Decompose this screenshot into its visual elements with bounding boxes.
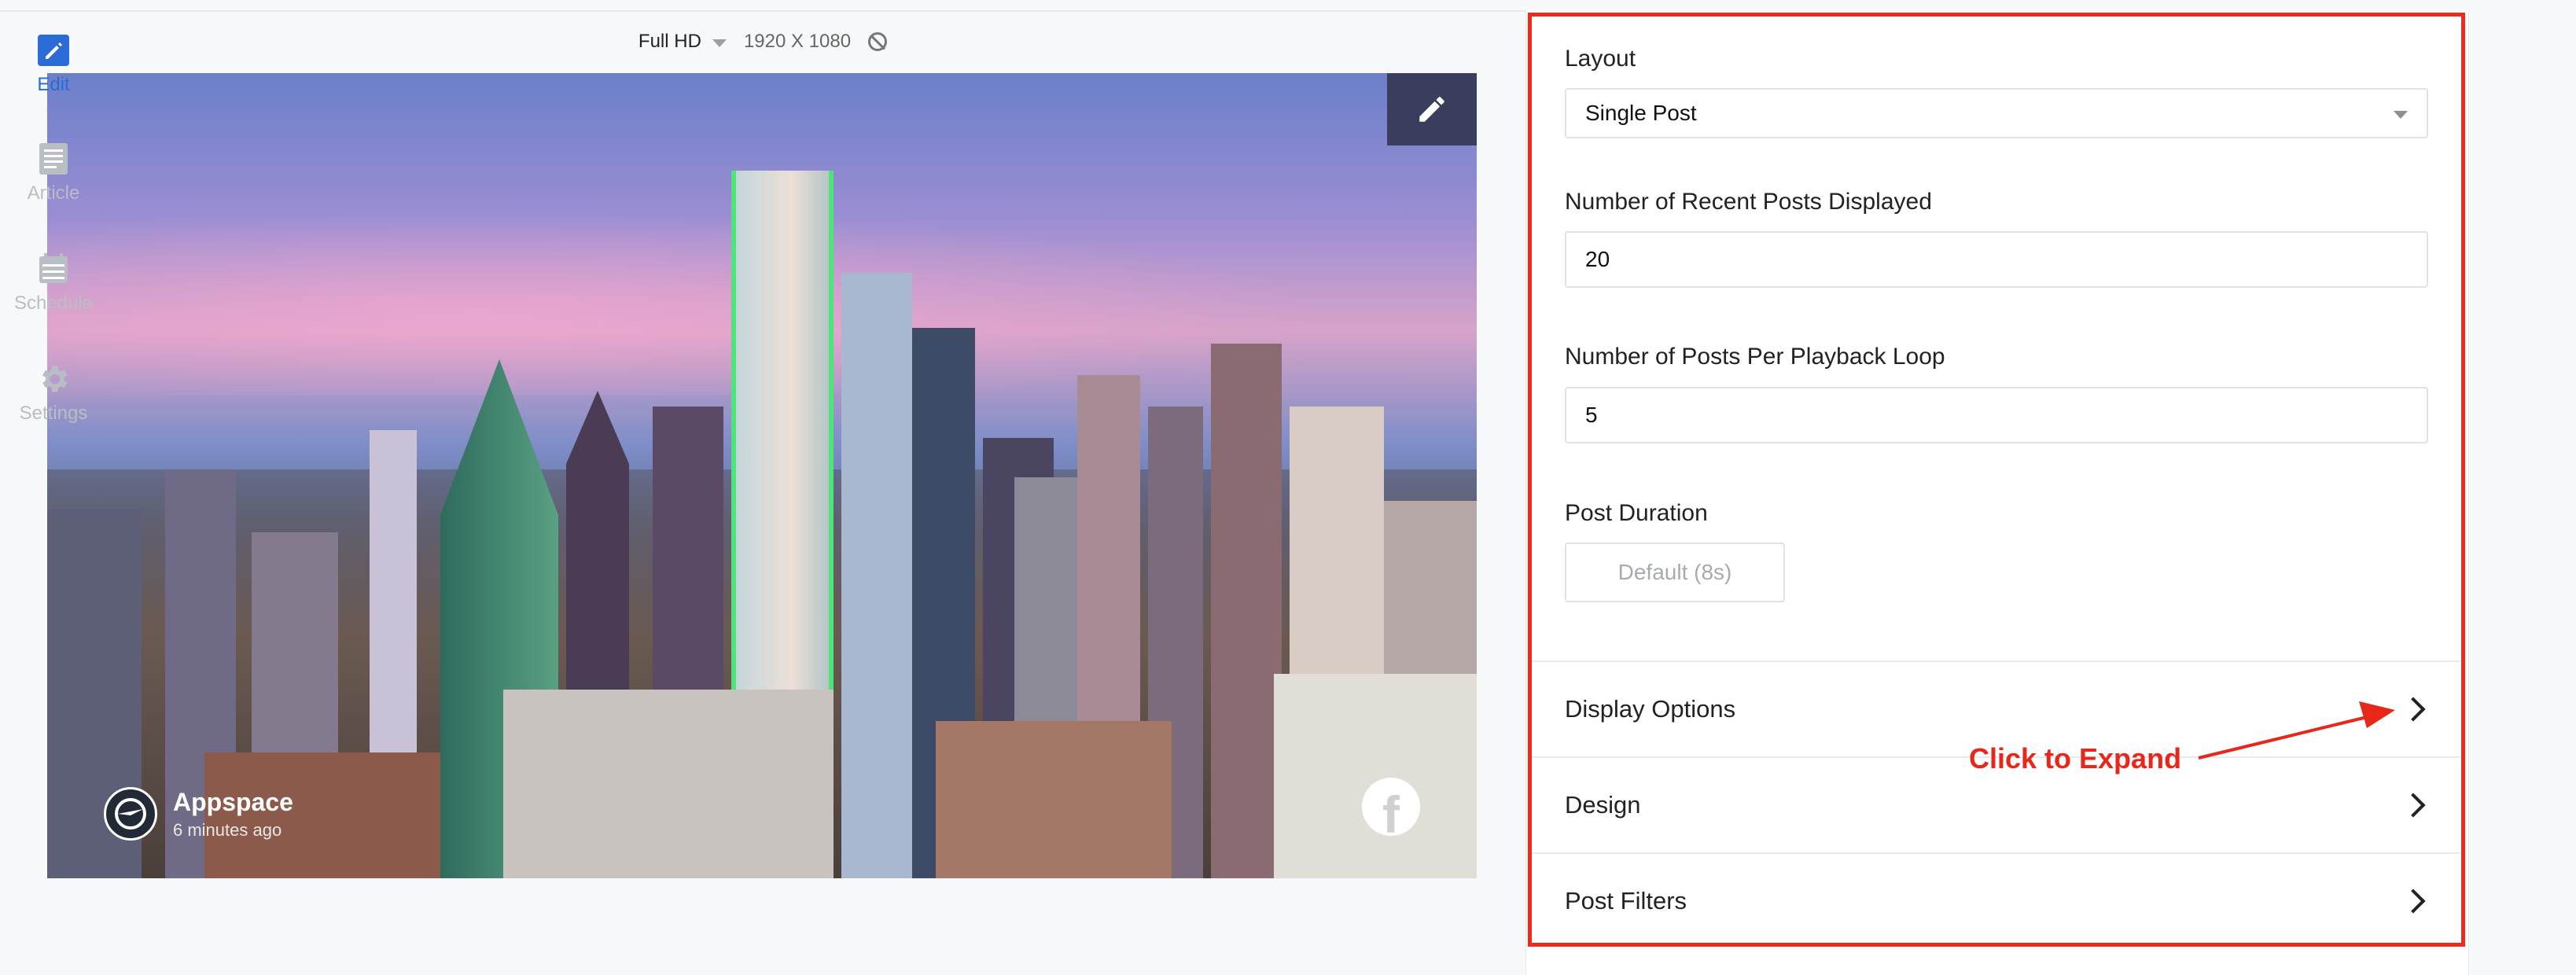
resolution-select[interactable]: Full HD (638, 31, 727, 53)
author-name: Appspace (173, 787, 293, 816)
preview-toolbar: Full HD 1920 X 1080 (0, 24, 1525, 60)
chevron-right-icon (2401, 697, 2426, 722)
rail-item-edit[interactable]: Edit (0, 33, 107, 96)
pencil-icon (36, 33, 71, 68)
facebook-icon: f (1362, 778, 1420, 836)
layout-select[interactable]: Single Post (1565, 88, 2428, 138)
resolution-dimensions: 1920 X 1080 (743, 31, 852, 52)
loop-posts-label: Number of Posts Per Playback Loop (1565, 344, 1945, 370)
recent-posts-label: Number of Recent Posts Displayed (1565, 189, 1932, 215)
appspace-logo-icon (115, 798, 146, 830)
right-rail (2469, 12, 2576, 975)
building (936, 721, 1172, 878)
post-author: Appspace 6 minutes ago (104, 787, 293, 841)
recent-posts-value: 20 (1585, 247, 1610, 271)
post-duration-label: Post Duration (1565, 500, 1708, 526)
rotate-lock-icon[interactable] (868, 32, 888, 51)
top-divider (0, 10, 1525, 12)
rail-label: Article (27, 182, 80, 204)
section-post-filters[interactable]: Post Filters (1530, 852, 2460, 948)
post-duration-button[interactable]: Default (8s) (1565, 543, 1785, 602)
building (503, 690, 834, 878)
article-icon (36, 142, 71, 176)
layout-label: Layout (1565, 46, 1636, 72)
building (1274, 674, 1477, 878)
avatar (104, 787, 157, 841)
section-label: Post Filters (1565, 887, 1687, 914)
building (1211, 344, 1282, 878)
calendar-icon (36, 252, 71, 286)
rail-item-settings[interactable]: Settings (0, 362, 107, 425)
rail-label: Schedule (13, 292, 94, 314)
chevron-down-icon (2394, 110, 2408, 119)
chevron-right-icon (2401, 793, 2426, 818)
resolution-label: Full HD (638, 31, 701, 52)
section-label: Display Options (1565, 695, 1736, 723)
content-preview: Appspace 6 minutes ago f (47, 73, 1477, 878)
chevron-down-icon (712, 39, 727, 47)
edit-preview-button[interactable] (1387, 73, 1477, 145)
pencil-icon (1419, 97, 1444, 122)
gear-icon (36, 362, 71, 396)
layout-value: Single Post (1585, 101, 1697, 125)
annotation-text: Click to Expand (1969, 742, 2182, 774)
rail-item-schedule[interactable]: Schedule (0, 252, 107, 315)
rail-label: Settings (19, 403, 88, 424)
rail-label: Edit (37, 74, 70, 95)
section-label: Design (1565, 791, 1641, 819)
post-timestamp: 6 minutes ago (173, 819, 282, 840)
building (841, 273, 912, 878)
loop-posts-input[interactable]: 5 (1565, 387, 2428, 443)
loop-posts-value: 5 (1585, 403, 1598, 427)
recent-posts-input[interactable]: 20 (1565, 231, 2428, 288)
chevron-right-icon (2401, 889, 2426, 914)
rail-item-article[interactable]: Article (0, 142, 107, 204)
